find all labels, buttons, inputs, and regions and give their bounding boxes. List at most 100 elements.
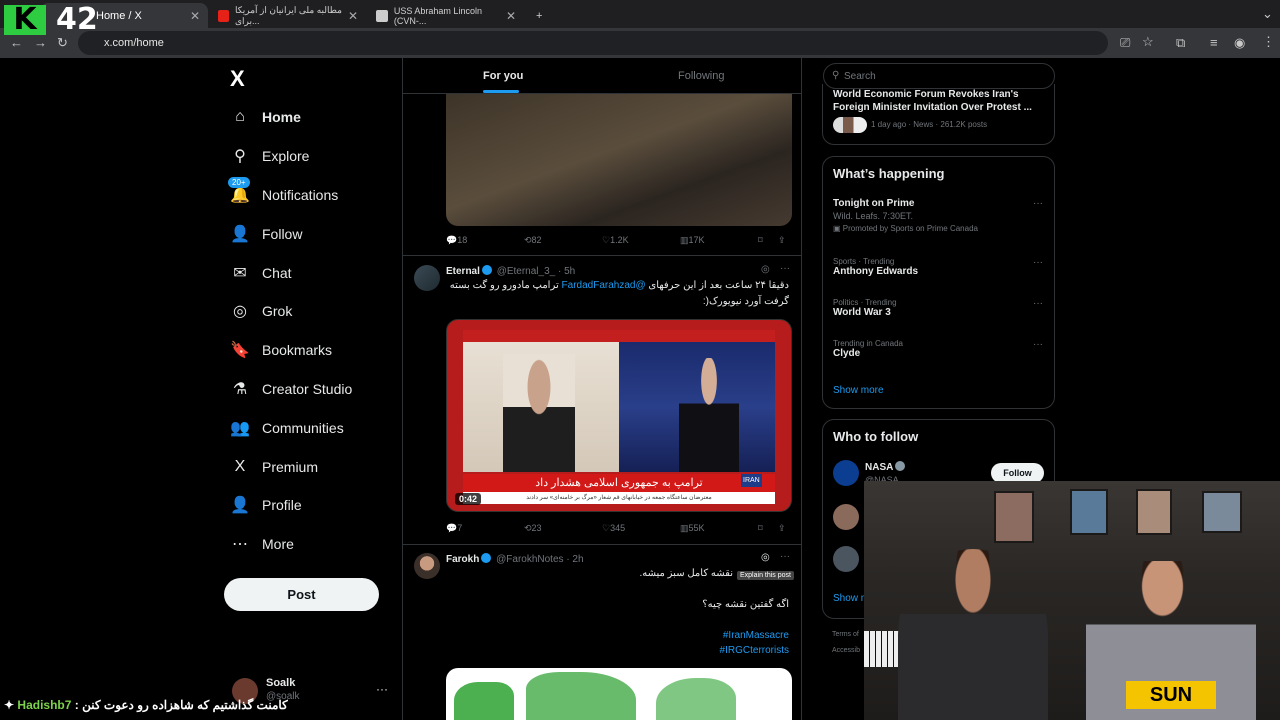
close-tab-icon[interactable]: ✕ <box>190 9 200 23</box>
bookmark-button[interactable]: ⌑ <box>758 523 763 534</box>
trend-name: Tonight on Prime <box>833 198 915 209</box>
reply-button[interactable]: 💬 7 <box>446 523 462 534</box>
avatar[interactable] <box>414 265 440 291</box>
avatar[interactable] <box>833 546 859 572</box>
menu-icon[interactable]: ⋮ <box>1262 34 1275 50</box>
tab-youtube[interactable]: مطالبه ملی ایرانیان از آمریکا برای... ✕ <box>210 3 366 28</box>
home-icon: ⌂ <box>235 108 245 126</box>
more-icon[interactable]: ··· <box>1033 257 1043 268</box>
tweet-time: · 5h <box>558 266 576 277</box>
logo-letter: K <box>4 5 46 35</box>
hashtag-link[interactable]: #IranMassacre <box>723 630 789 641</box>
trend-item[interactable]: Trending in Canada Clyde ··· <box>833 339 1043 359</box>
tweet-video[interactable]: ترامپ به جمهوری اسلامی هشدار داد IRAN مع… <box>446 319 792 512</box>
nav-grok[interactable]: ◎ Grok <box>222 292 392 331</box>
avatar[interactable] <box>414 553 440 579</box>
share-button[interactable]: ⇪ <box>778 235 786 246</box>
like-button[interactable]: ♡ 345 <box>602 523 625 534</box>
footer-link[interactable]: Accessib <box>832 647 860 654</box>
close-tab-icon[interactable]: ✕ <box>348 9 358 23</box>
video-headline: ترامپ به جمهوری اسلامی هشدار داد <box>463 474 775 492</box>
like-button[interactable]: ♡ 1.2K <box>602 235 629 246</box>
grok-icon[interactable]: ◎ <box>761 264 770 275</box>
nav-profile[interactable]: 👤 Profile <box>222 486 392 525</box>
profile-icon[interactable]: ◉ <box>1234 35 1245 51</box>
reply-button[interactable]: 💬 18 <box>446 235 467 246</box>
footer-link[interactable]: Terms of <box>832 631 859 638</box>
nav-more[interactable]: ⋯ More <box>222 525 392 564</box>
author-name[interactable]: Eternal <box>446 266 480 277</box>
logo-number: 42 <box>56 2 98 37</box>
tweet-media-image[interactable] <box>446 94 792 226</box>
avatar[interactable] <box>833 504 859 530</box>
nav-communities[interactable]: 👥 Communities <box>222 408 392 447</box>
nasa-avatar[interactable] <box>833 460 859 486</box>
nav-label: Profile <box>262 497 302 514</box>
trend-item[interactable]: Tonight on Prime Wild. Leafs. 7:30ET. ▣ … <box>833 198 1043 233</box>
tab-uss[interactable]: USS Abraham Lincoln (CVN-... ✕ <box>368 3 524 28</box>
nav-premium[interactable]: X Premium <box>222 447 392 486</box>
more-icon[interactable]: ··· <box>1033 339 1043 350</box>
mention-link[interactable]: @FardadFarahzad <box>562 280 646 291</box>
news-card[interactable]: World Economic Forum Revokes Iran's Fore… <box>822 84 1055 145</box>
tab-label: مطالبه ملی ایرانیان از آمریکا برای... <box>235 4 342 26</box>
follow-button[interactable]: Follow <box>991 463 1044 483</box>
show-more-link[interactable]: Show more <box>833 385 884 396</box>
share-button[interactable]: ⇪ <box>778 523 786 534</box>
extensions-icon[interactable]: ⧉ <box>1176 35 1185 51</box>
nav-notifications[interactable]: 🔔 20+ Notifications <box>222 176 392 215</box>
nav-bookmarks[interactable]: 🔖 Bookmarks <box>222 331 392 370</box>
nav-label: Explore <box>262 148 310 165</box>
more-icon[interactable]: ··· <box>780 551 790 562</box>
hashtag-link[interactable]: #IRGCterrorists <box>720 645 789 656</box>
more-icon[interactable]: ··· <box>1033 198 1043 209</box>
close-tab-icon[interactable]: ✕ <box>506 9 516 23</box>
nav-label: Chat <box>262 264 292 281</box>
x-logo[interactable]: X <box>230 66 245 92</box>
divider <box>403 544 801 545</box>
suggestion-name[interactable]: NASA <box>865 461 907 473</box>
trend-item[interactable]: Politics · Trending World War 3 ··· <box>833 298 1043 318</box>
tab-for-you[interactable]: For you <box>483 70 523 82</box>
divider <box>403 255 801 256</box>
tab-following[interactable]: Following <box>678 70 724 82</box>
trend-item[interactable]: Sports · Trending Anthony Edwards ··· <box>833 257 1043 277</box>
repost-button[interactable]: ⟲ 82 <box>524 235 542 246</box>
author-handle[interactable]: @FarokhNotes <box>496 554 563 565</box>
nav-creator-studio[interactable]: ⚗ Creator Studio <box>222 370 392 409</box>
timeline-tabs: For you Following <box>403 58 801 94</box>
views-button[interactable]: ▥ 17K <box>680 235 705 246</box>
tab-search-icon[interactable]: ⌄ <box>1262 6 1273 22</box>
video-guest-panel <box>463 342 619 472</box>
tweet-actions: 💬 7 ⟲ 23 ♡ 345 ▥ 55K ⌑ ⇪ <box>446 523 792 537</box>
nav-follow[interactable]: 👤 Follow <box>222 214 392 253</box>
guest-figure <box>503 354 575 472</box>
views-button[interactable]: ▥ 55K <box>680 523 705 534</box>
more-icon[interactable]: ··· <box>780 263 790 274</box>
more-icon[interactable]: ··· <box>1033 298 1043 309</box>
nav-explore[interactable]: ⚲ Explore <box>222 137 392 176</box>
grok-icon[interactable]: ◎ <box>761 552 770 563</box>
nav-label: Notifications <box>262 186 339 203</box>
new-tab-button[interactable]: + <box>528 3 548 28</box>
author-handle[interactable]: @Eternal_3_ <box>497 266 556 277</box>
nav-home[interactable]: ⌂ Home <box>222 98 392 137</box>
nav-label: Bookmarks <box>262 342 333 359</box>
trend-meta: Sports · Trending <box>833 257 895 266</box>
tweet-map-image[interactable] <box>446 668 792 720</box>
address-bar[interactable]: x.com/home <box>78 31 1108 55</box>
nav-label: Creator Studio <box>262 380 353 397</box>
nav-chat[interactable]: ✉ Chat <box>222 253 392 292</box>
repost-button[interactable]: ⟲ 23 <box>524 523 542 534</box>
grok-icon: ◎ <box>233 303 247 321</box>
install-icon[interactable]: ⎚ <box>1120 35 1130 51</box>
nav-label: Follow <box>262 225 303 242</box>
bookmark-star-icon[interactable]: ☆ <box>1142 34 1154 50</box>
post-button[interactable]: Post <box>224 578 379 611</box>
bell-icon: 🔔 <box>230 186 250 204</box>
bookmark-button[interactable]: ⌑ <box>758 235 763 246</box>
verified-icon <box>895 461 906 471</box>
author-name[interactable]: Farokh <box>446 554 479 565</box>
media-icon[interactable]: ≡ <box>1210 35 1218 50</box>
trend-name: Clyde <box>833 348 861 359</box>
